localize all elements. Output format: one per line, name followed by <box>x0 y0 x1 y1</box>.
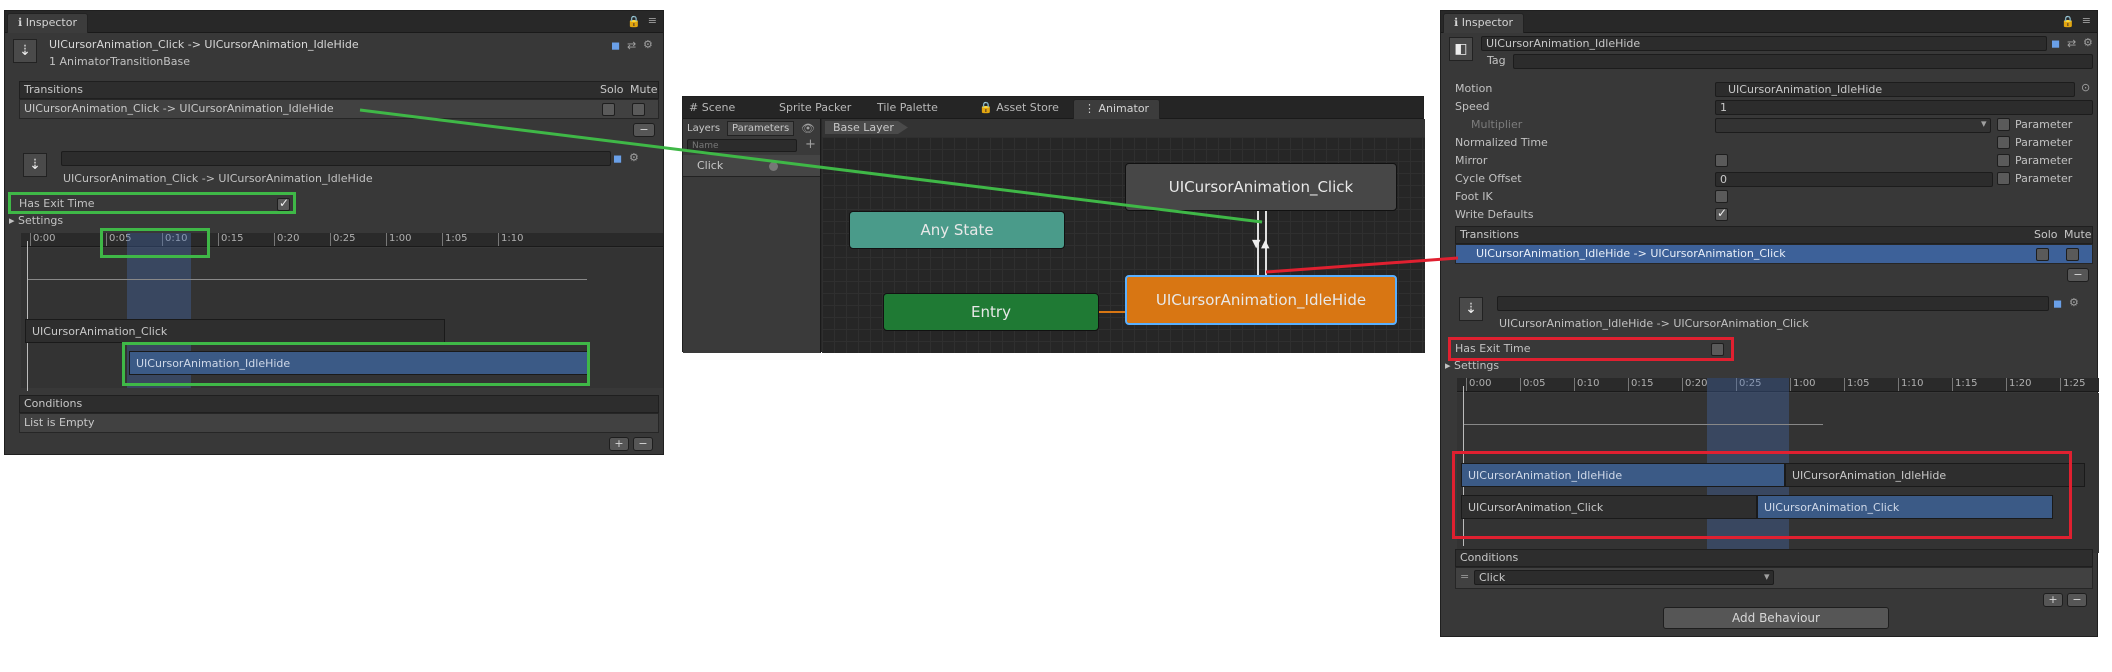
red-connector-line <box>1265 256 1459 274</box>
annotation-connectors <box>359 108 1459 274</box>
green-connector-line <box>359 108 1263 224</box>
